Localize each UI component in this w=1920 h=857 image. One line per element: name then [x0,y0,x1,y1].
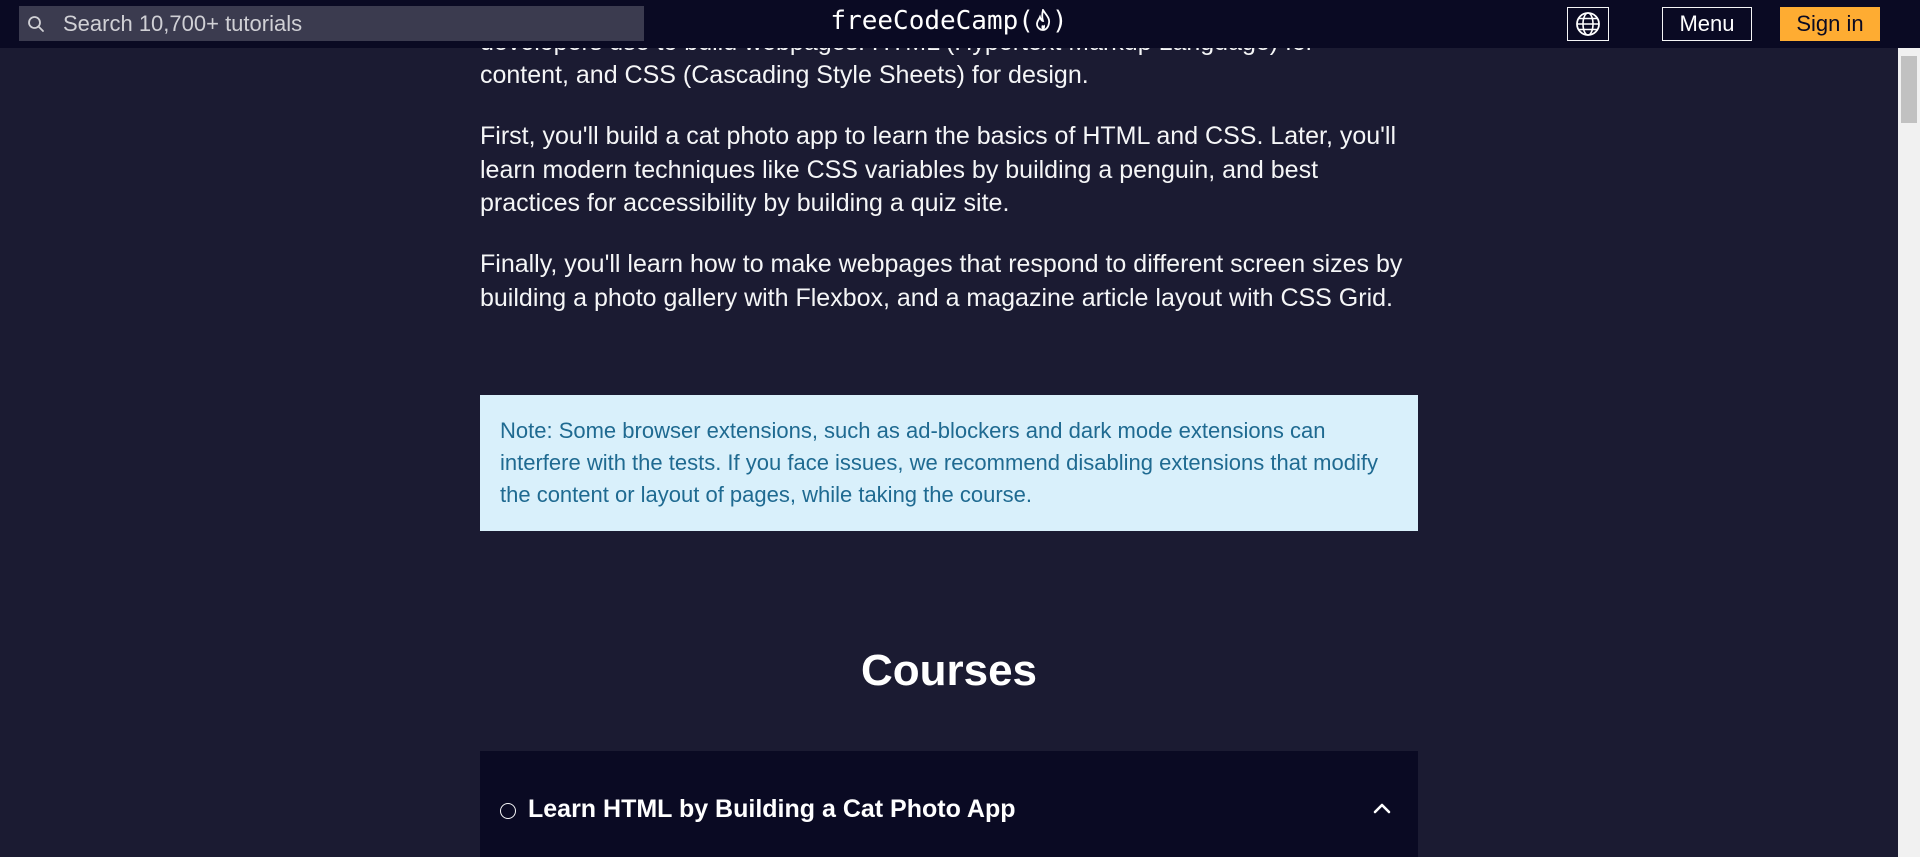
intro-line: content, and CSS (Cascading Style Sheets… [480,61,1089,89]
chevron-up-icon[interactable] [1372,801,1392,815]
nav-actions: Menu Sign in [1540,7,1880,41]
course-item[interactable]: Learn HTML by Building a Cat Photo App [480,751,1418,857]
scrollbar[interactable] [1898,48,1920,857]
note-alert: Note: Some browser extensions, such as a… [480,395,1418,531]
logo-suffix: ) [1051,6,1068,36]
flame-icon [1036,9,1050,31]
scrollbar-thumb[interactable] [1901,56,1917,123]
note-text: Note: Some browser extensions, such as a… [500,418,1378,507]
sign-in-button[interactable]: Sign in [1780,7,1880,41]
courses-heading: Courses [860,646,1038,695]
globe-icon [1576,12,1600,36]
course-status-circle-icon [500,803,516,819]
course-title[interactable]: Learn HTML by Building a Cat Photo App [528,795,1016,824]
top-navbar: freeCodeCamp( ) Menu Sign in [0,0,1920,48]
language-button[interactable] [1567,7,1609,41]
paragraph-cat-photo: First, you'll build a cat photo app to l… [480,122,1397,217]
paragraph-responsive: Finally, you'll learn how to make webpag… [480,250,1403,312]
logo-text: freeCodeCamp( [830,6,1034,36]
menu-button[interactable]: Menu [1662,7,1752,41]
